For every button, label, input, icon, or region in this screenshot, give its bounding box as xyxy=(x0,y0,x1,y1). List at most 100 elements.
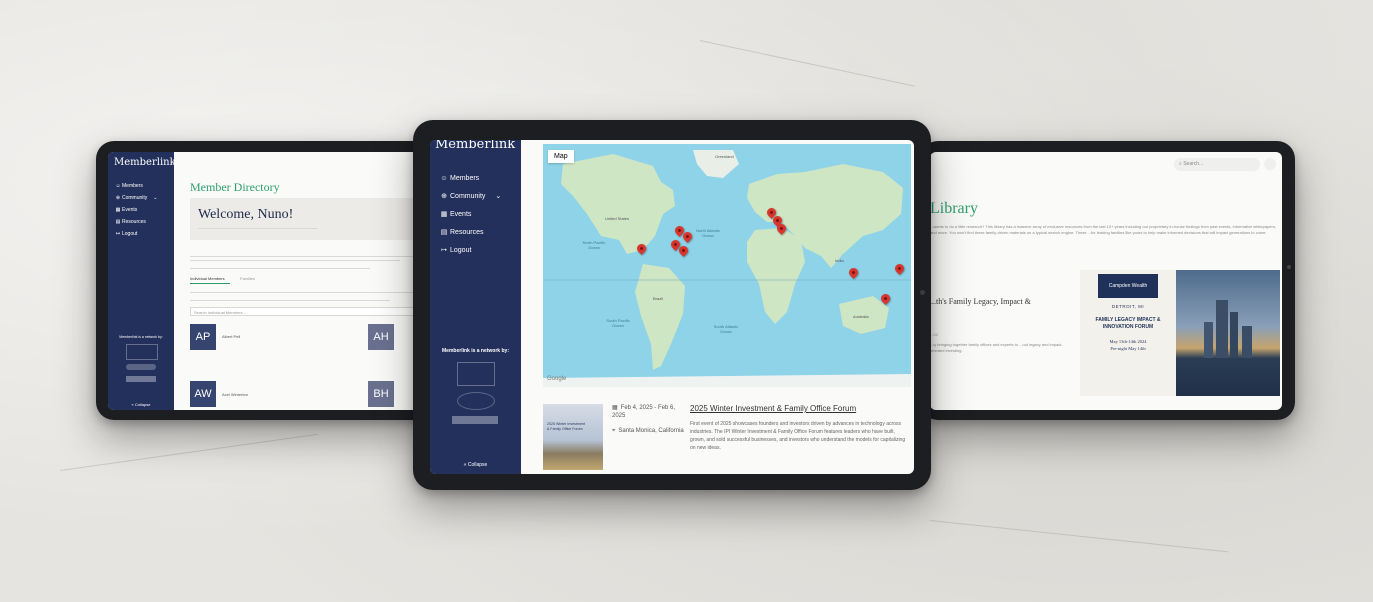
sponsor-logo xyxy=(457,392,495,410)
chevron-down-icon: ⌄ xyxy=(495,193,502,200)
tab-families[interactable]: Families xyxy=(240,276,255,281)
avatar[interactable]: AW xyxy=(190,381,216,407)
sponsor-logo xyxy=(126,376,156,382)
globe-icon: ⊕ xyxy=(115,195,121,201)
logout-icon: ↦ xyxy=(115,231,121,237)
sidebar-item-events[interactable]: ▦ Events xyxy=(430,205,521,223)
calendar-icon: ▦ xyxy=(115,207,121,213)
person-icon: ☺ xyxy=(440,175,448,182)
search-input[interactable]: Search Individual Members... xyxy=(190,307,415,316)
sidebar-item-logout[interactable]: ↦ Logout xyxy=(108,228,174,240)
map-place-united-states: United States xyxy=(605,216,630,221)
sidebar-item-resources[interactable]: ▤ Resources xyxy=(430,223,521,241)
left-tablet-screen: Memberlink ☺ Members ⊕ Community ⌄ ▦ Events … xyxy=(108,152,426,410)
sidebar-item-label: Logout xyxy=(122,231,138,237)
sidebar-item-label: Resources xyxy=(450,228,484,236)
skyline-tower xyxy=(1230,312,1238,358)
brand-logo: Memberlink xyxy=(435,140,516,152)
map-place-north-atlantic: North Atlantic Ocean xyxy=(696,228,720,238)
search-icon: ⌕ xyxy=(1179,161,1182,167)
map-place-greenland: Greenland xyxy=(715,154,734,159)
map-land xyxy=(543,150,911,387)
left-tablet: Memberlink ☺ Members ⊕ Community ⌄ ▦ Events … xyxy=(96,141,436,420)
sidebar: Memberlink ☺ Members ⊕ Community ⌄ ▦ Events … xyxy=(430,140,521,474)
sidebar-item-label: Logout xyxy=(450,246,472,254)
calendar-icon: ▦ xyxy=(612,405,618,411)
chevron-down-icon: ⌄ xyxy=(153,195,158,201)
sidebar-item-label: Events xyxy=(450,210,472,218)
welcome-card: Welcome, Nuno! xyxy=(190,198,415,240)
camera-dot xyxy=(1287,265,1291,269)
library-intro: ...wants to do a little research? This l… xyxy=(930,224,1276,235)
poster-forum: FAMILY LEGACY IMPACT & INNOVATION FORUM xyxy=(1095,317,1161,330)
campden-logo: Campden Wealth xyxy=(1098,274,1158,298)
skyline-tower xyxy=(1216,300,1228,358)
avatar[interactable] xyxy=(1264,158,1276,170)
sidebar-item-label: Members xyxy=(122,183,143,189)
search-input[interactable]: ⌕ Search... xyxy=(1174,158,1260,171)
sponsor-logo xyxy=(452,416,498,424)
right-tablet: ⌕ Search... Library ...wants to do a lit… xyxy=(920,141,1295,420)
globe-icon: ⊕ xyxy=(441,193,447,200)
sidebar-item-community[interactable]: ⊕ Community ⌄ xyxy=(108,192,174,204)
book-icon: ▤ xyxy=(115,219,121,225)
sidebar-item-logout[interactable]: ↦ Logout xyxy=(430,241,521,259)
resource-title[interactable]: ...th's Family Legacy, Impact & xyxy=(930,297,1031,306)
welcome-heading: Welcome, Nuno! xyxy=(198,207,294,222)
sidebar-item-label: Community xyxy=(450,192,486,200)
collapse-button[interactable]: « Collapse xyxy=(108,402,174,407)
book-icon: ▤ xyxy=(440,229,448,236)
event-thumbnail[interactable]: 2025 Winter Investment & Family Office F… xyxy=(543,404,603,470)
event-description: First event of 2025 showcases founders a… xyxy=(690,421,906,451)
skyline-tower xyxy=(1204,322,1213,358)
avatar[interactable]: BH xyxy=(368,381,394,407)
right-tablet-screen: ⌕ Search... Library ...wants to do a lit… xyxy=(930,152,1282,410)
map-place-australia: Australia xyxy=(853,314,869,319)
map-place-south-atlantic: South Atlantic Ocean xyxy=(713,324,739,334)
event-poster[interactable]: Campden Wealth DETROIT, MI FAMILY LEGACY… xyxy=(1080,270,1176,396)
poster-city: DETROIT, MI xyxy=(1111,304,1145,309)
sidebar-item-members[interactable]: ☺ Members xyxy=(108,180,174,192)
world-map[interactable]: Map Greenland North Pacific Ocean North … xyxy=(543,144,911,387)
camera-dot xyxy=(920,290,925,295)
sidebar-item-label: Resources xyxy=(122,219,146,225)
google-logo: Google xyxy=(547,376,567,382)
sidebar-item-label: Community xyxy=(122,195,148,201)
member-name[interactable]: Albert Pell xyxy=(222,334,240,339)
avatar[interactable]: AH xyxy=(368,324,394,350)
sponsor-label: Memberlink is a network by: xyxy=(119,335,163,339)
sponsor-logo xyxy=(126,344,158,360)
sponsor-logo xyxy=(126,364,156,370)
sidebar: Memberlink ☺ Members ⊕ Community ⌄ ▦ Events … xyxy=(108,152,176,410)
poster-dates: May 13th-14th 2024 xyxy=(1109,339,1147,344)
tab-individual-members[interactable]: Individual Members xyxy=(190,276,225,281)
map-place-south-pacific: South Pacific Ocean xyxy=(606,318,630,328)
body-text xyxy=(190,260,400,261)
collapse-button[interactable]: « Collapse xyxy=(430,462,521,468)
map-place-brazil: Brazil xyxy=(653,296,664,301)
map-label[interactable]: Map xyxy=(548,150,574,163)
body-text xyxy=(190,268,370,269)
member-name[interactable]: Axel Winterton xyxy=(222,392,248,397)
sidebar-item-community[interactable]: ⊕ Community ⌄ xyxy=(430,187,521,205)
detroit-skyline-image xyxy=(1176,270,1280,396)
page-title: Member Directory xyxy=(190,180,280,194)
center-tablet: Memberlink ☺ Members ⊕ Community ⌄ ▦ Events … xyxy=(413,120,931,490)
sidebar-item-members[interactable]: ☺ Members xyxy=(430,170,521,187)
body-text xyxy=(190,300,390,301)
location-pin-icon: ⌖ xyxy=(612,428,616,434)
page-title: Library xyxy=(930,200,978,217)
sidebar-item-label: Members xyxy=(450,175,480,182)
event-location: ⌖ Santa Monica, California xyxy=(612,428,684,434)
calendar-icon: ▦ xyxy=(440,211,448,218)
avatar[interactable]: AP xyxy=(190,324,216,350)
thumbnail-title: 2025 Winter Investment & Family Office F… xyxy=(547,422,585,431)
person-icon: ☺ xyxy=(115,183,121,189)
sidebar-item-resources[interactable]: ▤ Resources xyxy=(108,216,174,228)
sidebar-item-events[interactable]: ▦ Events xyxy=(108,204,174,216)
center-tablet-screen: Memberlink ☺ Members ⊕ Community ⌄ ▦ Events … xyxy=(430,140,914,474)
map-place-north-pacific: North Pacific Ocean xyxy=(582,240,606,250)
skyline-tower xyxy=(1242,326,1252,358)
event-date: ▦ Feb 4, 2025 - Feb 6, 2025 xyxy=(612,405,676,419)
event-title-link[interactable]: 2025 Winter Investment & Family Office F… xyxy=(690,404,856,413)
